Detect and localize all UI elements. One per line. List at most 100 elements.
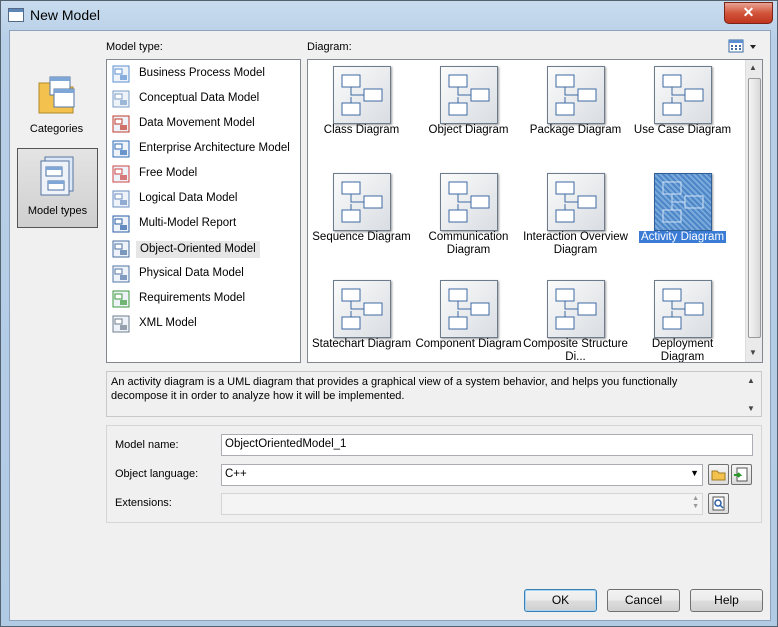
diagram-label-text: Statechart Diagram (311, 338, 412, 350)
diagram-label-text: Deployment Diagram (651, 338, 714, 363)
class-diagram-icon (333, 66, 391, 124)
diagram-item[interactable]: Sequence Diagram (308, 167, 415, 267)
model-type-label: Multi-Model Report (139, 217, 237, 229)
description-text: An activity diagram is a UML diagram tha… (111, 376, 678, 402)
model-types-icon (37, 155, 77, 199)
window-icon (8, 8, 24, 22)
requirements-model-icon (112, 290, 130, 308)
window-title: New Model (30, 7, 101, 23)
model-type-item[interactable]: Requirements Model (110, 287, 298, 311)
diagram-item[interactable]: Statechart Diagram (308, 274, 415, 362)
ok-button[interactable]: OK (524, 589, 597, 612)
cancel-button[interactable]: Cancel (607, 589, 680, 612)
diagram-scrollbar[interactable]: ▲ ▼ (745, 60, 762, 362)
close-button[interactable]: ✕ (724, 2, 773, 24)
logical-data-model-icon (112, 190, 130, 208)
help-button[interactable]: Help (690, 589, 763, 612)
business-process-model-icon (112, 65, 130, 83)
model-type-item[interactable]: XML Model (110, 312, 298, 336)
interaction-overview-diagram-icon (547, 173, 605, 231)
model-name-input[interactable]: ObjectOrientedModel_1 (221, 434, 753, 456)
diagram-item[interactable]: Component Diagram (415, 274, 522, 362)
model-type-label: Free Model (139, 167, 198, 179)
import-language-button[interactable] (731, 464, 752, 485)
model-type-list[interactable]: Business Process Model Conceptual Data Mo… (106, 59, 301, 363)
model-type-label: Physical Data Model (139, 267, 244, 279)
diagram-heading: Diagram: (307, 41, 352, 53)
activity-diagram-icon (654, 173, 712, 231)
description-box: An activity diagram is a UML diagram tha… (106, 371, 762, 417)
use-case-diagram-icon (654, 66, 712, 124)
diagram-label: Use Case Diagram (629, 124, 736, 137)
model-type-item[interactable]: Free Model (110, 162, 298, 186)
object-oriented-model-icon (112, 240, 130, 258)
model-types-label: Model types (27, 205, 88, 217)
diagram-label-text: Class Diagram (323, 124, 400, 136)
scroll-down-icon[interactable]: ▼ (749, 348, 757, 357)
diagram-item[interactable]: Package Diagram (522, 60, 629, 160)
new-model-dialog: New Model ✕ Categories Model types Model… (0, 0, 778, 627)
model-name-value: ObjectOrientedModel_1 (225, 438, 347, 450)
diagram-item[interactable]: Activity Diagram (629, 167, 736, 267)
xml-model-icon (112, 315, 130, 333)
model-type-item[interactable]: Data Movement Model (110, 112, 298, 136)
diagram-item[interactable]: Composite Structure Di... (522, 274, 629, 363)
categories-button[interactable]: Categories (17, 67, 96, 145)
model-name-label: Model name: (115, 439, 179, 451)
diagram-label-text: Component Diagram (415, 338, 522, 350)
model-type-label: Logical Data Model (139, 192, 238, 204)
sequence-diagram-icon (333, 173, 391, 231)
model-type-item[interactable]: Logical Data Model (110, 187, 298, 211)
view-mode-button[interactable] (728, 39, 762, 55)
model-type-label: XML Model (139, 317, 197, 329)
diagram-item[interactable]: Object Diagram (415, 60, 522, 160)
model-type-item[interactable]: Physical Data Model (110, 262, 298, 286)
object-diagram-icon (440, 66, 498, 124)
stepper-icon: ▲ ▼ (692, 495, 699, 510)
diagram-item[interactable]: Class Diagram (308, 60, 415, 160)
dialog-body: Categories Model types Model type: Diagr… (9, 30, 771, 621)
model-type-item[interactable]: Multi-Model Report (110, 212, 298, 236)
model-type-label: Enterprise Architecture Model (139, 142, 290, 154)
select-extensions-button[interactable] (708, 493, 729, 514)
enterprise-architecture-model-icon (112, 140, 130, 158)
model-type-label: Data Movement Model (139, 117, 255, 129)
diagram-label-text: Composite Structure Di... (523, 338, 628, 363)
diagram-label-text: Object Diagram (428, 124, 509, 136)
diagram-label: Interaction Overview Diagram (522, 231, 629, 257)
model-type-item[interactable]: Business Process Model (110, 62, 298, 86)
object-language-label-text: Object language: (115, 468, 199, 480)
desc-scroll-up-icon[interactable]: ▲ (747, 374, 755, 388)
physical-data-model-icon (112, 265, 130, 283)
extensions-label-text: Extensions: (115, 497, 172, 509)
model-settings-group: Model name: ObjectOrientedModel_1 Object… (106, 425, 762, 523)
model-type-label: Object-Oriented Model (136, 241, 260, 258)
diagram-label: Class Diagram (308, 124, 415, 137)
model-type-item[interactable]: Enterprise Architecture Model (110, 137, 298, 161)
model-type-item[interactable]: Object-Oriented Model (110, 237, 298, 261)
scrollbar-thumb[interactable] (748, 78, 761, 338)
categories-folder-icon (36, 73, 76, 117)
deployment-diagram-icon (654, 280, 712, 338)
scroll-up-icon[interactable]: ▲ (749, 63, 757, 72)
model-types-button[interactable]: Model types (17, 148, 98, 228)
diagram-label: Component Diagram (415, 338, 522, 351)
diagram-label: Deployment Diagram (629, 338, 736, 363)
diagram-item[interactable]: Deployment Diagram (629, 274, 736, 363)
model-type-heading: Model type: (106, 41, 163, 53)
desc-scroll-down-icon[interactable]: ▼ (747, 402, 755, 416)
diagram-item[interactable]: Interaction Overview Diagram (522, 167, 629, 267)
model-type-label: Requirements Model (139, 292, 246, 304)
extensions-input[interactable]: ▲ ▼ (221, 493, 703, 515)
diagram-label-text: Communication Diagram (428, 231, 509, 256)
diagram-list[interactable]: Class Diagram Object Diagram Package Diagr… (307, 59, 763, 363)
composite-structure-diagram-icon (547, 280, 605, 338)
title-bar[interactable]: New Model ✕ (1, 1, 777, 29)
diagram-item[interactable]: Use Case Diagram (629, 60, 736, 160)
browse-language-button[interactable] (708, 464, 729, 485)
object-language-select[interactable]: C++ ▼ (221, 464, 703, 486)
diagram-label-text: Activity Diagram (638, 231, 727, 243)
model-type-item[interactable]: Conceptual Data Model (110, 87, 298, 111)
diagram-item[interactable]: Communication Diagram (415, 167, 522, 267)
object-language-label: Object language: (115, 468, 198, 480)
